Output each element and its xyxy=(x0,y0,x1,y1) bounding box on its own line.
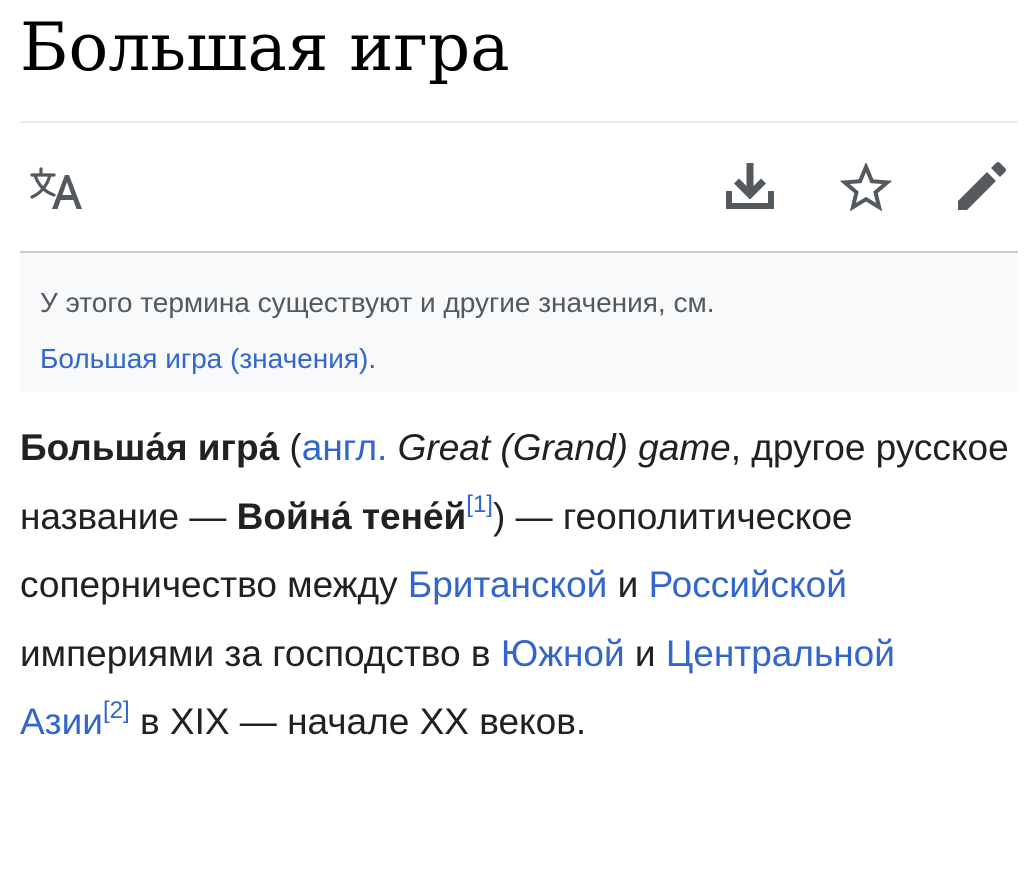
lead-and-1: и xyxy=(607,564,649,605)
british-empire-link[interactable]: Британской xyxy=(408,564,607,605)
page-title: Большая игра xyxy=(20,9,510,86)
page-actions-toolbar xyxy=(0,123,1030,251)
reference-2-link[interactable]: [2] xyxy=(103,697,130,724)
disambiguation-hatnote: У этого термина существуют и другие знач… xyxy=(20,253,1018,392)
lead-term: Больша́я игра́ xyxy=(20,427,280,468)
russian-empire-link[interactable]: Российской xyxy=(649,564,847,605)
hatnote-period: . xyxy=(368,343,377,374)
star-icon[interactable] xyxy=(839,161,893,213)
article-page: Большая игра У этого термина существуют … xyxy=(0,0,1030,873)
lead-empires-text: империями за господство в xyxy=(20,632,501,674)
reference-1-link[interactable]: [1] xyxy=(466,491,493,518)
hatnote-text: У этого термина существуют и другие знач… xyxy=(40,287,715,318)
download-icon[interactable] xyxy=(724,161,776,213)
south-asia-link[interactable]: Южной xyxy=(501,633,625,674)
english-name: Great (Grand) game xyxy=(397,427,731,468)
lang-abbr-link[interactable]: англ. xyxy=(302,427,388,468)
lead-and-2: и xyxy=(624,632,666,674)
hatnote-link[interactable]: Большая игра (значения) xyxy=(40,343,368,374)
language-icon[interactable] xyxy=(30,167,84,211)
alt-name: Война́ тене́й xyxy=(236,495,467,537)
lead-ending: в XIX — начале XX веков. xyxy=(129,701,587,742)
lead-paragraph: Больша́я игра́ (англ. Great (Grand) game… xyxy=(20,414,1010,757)
lead-open-paren: ( xyxy=(279,427,302,468)
edit-pencil-icon[interactable] xyxy=(955,161,1007,213)
lead-space xyxy=(387,427,397,468)
